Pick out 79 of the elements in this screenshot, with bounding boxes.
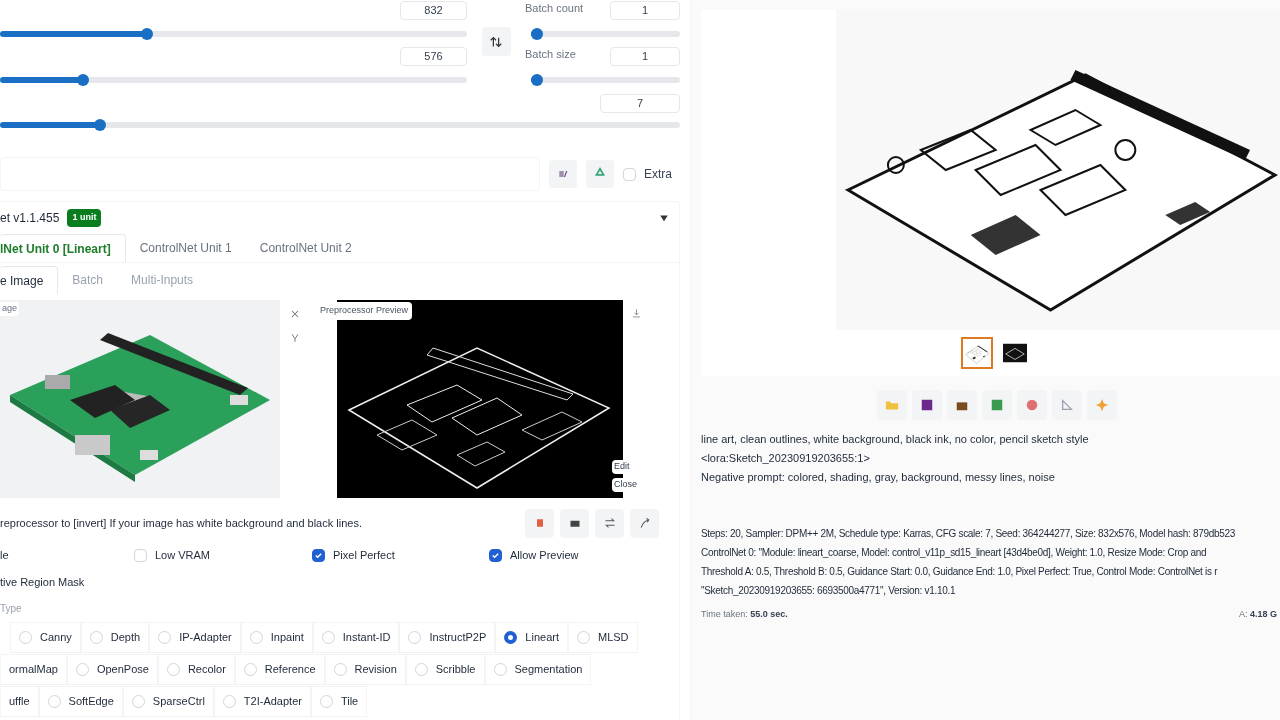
input-tab[interactable]: e Image: [0, 266, 59, 294]
radio-option[interactable]: Segmentation: [484, 653, 592, 685]
slider-thumb[interactable]: [77, 74, 90, 86]
section-label: Type: [0, 601, 23, 616]
vram-usage: A: 4.18 G: [1238, 608, 1277, 621]
checkbox-label: le: [0, 547, 9, 563]
edit-button[interactable]: Edit: [612, 460, 632, 474]
slider-thumb[interactable]: [531, 28, 543, 40]
unit-tab[interactable]: ControlNet Unit 1: [125, 234, 246, 262]
prompt-text: line art, clean outlines, white background, black ink, no color, pencil sketch style: [701, 432, 1090, 447]
radio-icon: [504, 630, 518, 644]
panel-title: et v1.1.455: [0, 210, 60, 227]
number-field[interactable]: 832: [400, 1, 467, 20]
time-taken: Time taken: 55.0 sec.: [701, 608, 788, 621]
checkbox-label: Allow Preview: [510, 547, 579, 563]
radio-option[interactable]: T2I-Adapter: [213, 685, 311, 717]
unit-tab[interactable]: ControlNet Unit 2: [245, 234, 366, 262]
close-icon: [289, 308, 301, 320]
prompt-text: Negative prompt: colored, shading, gray, background, messy lines, noise: [701, 470, 1056, 485]
ruler-icon: [1059, 398, 1074, 412]
number-field[interactable]: 576: [400, 47, 467, 66]
prompt-text: <lora:Sketch_20230919203655:1>: [701, 451, 871, 466]
radio-option[interactable]: InstructP2P: [399, 621, 496, 653]
radio-option[interactable]: Scribble: [405, 653, 485, 685]
radio-option[interactable]: SoftEdge: [38, 685, 123, 717]
recycle-button[interactable]: [586, 160, 614, 188]
parameters-text: "Sketch_20230919203655: 6693500a4771", Version: v1.10.1: [701, 584, 957, 598]
caret-icon[interactable]: [659, 213, 669, 223]
field-label: Batch count: [525, 1, 584, 16]
checkbox-label: Low VRAM: [155, 547, 211, 563]
check-icon: [314, 550, 323, 560]
swap-button[interactable]: [481, 27, 511, 56]
slider-thumb[interactable]: [93, 119, 106, 131]
radio-option[interactable]: Tile: [310, 685, 368, 717]
swap-icon: [603, 517, 616, 529]
option-label: tive Region Mask: [0, 575, 86, 590]
slider-thumb[interactable]: [531, 74, 543, 86]
radio-option[interactable]: Inpaint: [240, 621, 313, 653]
thumbnail[interactable]: [960, 337, 993, 369]
tool-button[interactable]: [946, 390, 977, 420]
send-button[interactable]: [630, 508, 659, 538]
field-label: Batch size: [525, 47, 576, 62]
checkbox-label: Extra: [644, 166, 672, 183]
unit-tab[interactable]: lNet Unit 0 [Lineart]: [0, 234, 126, 262]
radio-option[interactable]: ormalMap: [0, 653, 67, 685]
arrow-icon: [638, 517, 651, 529]
hint-text: reprocessor to [invert] If your image has white background and black lines.: [0, 515, 363, 531]
radio-option[interactable]: MLSD: [567, 621, 638, 653]
checkbox[interactable]: [489, 548, 502, 562]
download-icon: [631, 308, 642, 319]
close-button[interactable]: Close: [612, 478, 639, 492]
parameters-text: Threshold A: 0.5, Threshold B: 0.5, Guidance Start: 0.0, Guidance End: 1.0, Pixel Perfect: True, Control Mode: ControlNet is r: [701, 565, 1219, 579]
parameters-text: ControlNet 0: "Module: lineart_coarse, Model: control_v11p_sd15_lineart [43d4be0d], Weight: 1.0, Resize Mode: Crop and: [701, 546, 1208, 560]
unit-badge: 1 unit: [67, 209, 102, 227]
radio-option[interactable]: SparseCtrl: [122, 685, 214, 717]
radio-option[interactable]: uffle: [0, 685, 39, 717]
radio-option[interactable]: OpenPose: [66, 653, 158, 685]
radio-option[interactable]: Recolor: [157, 653, 235, 685]
number-field[interactable]: 1: [610, 47, 680, 66]
swap-icon: [489, 34, 503, 49]
checkbox[interactable]: [312, 548, 325, 562]
radio-option[interactable]: Revision: [324, 653, 406, 685]
image-label: age: [0, 302, 20, 316]
paint-button[interactable]: [549, 160, 577, 188]
number-field[interactable]: 7: [600, 94, 680, 113]
radio-option[interactable]: IP-Adapter: [149, 621, 241, 653]
radio-option[interactable]: Depth: [80, 621, 150, 653]
radio-option[interactable]: Canny: [10, 621, 81, 653]
slider-thumb[interactable]: [141, 28, 154, 40]
radio-option[interactable]: Lineart: [495, 621, 568, 653]
radio-option[interactable]: Instant-ID: [312, 621, 400, 653]
tool-button[interactable]: [911, 390, 942, 420]
radio-option[interactable]: Reference: [234, 653, 325, 685]
number-field[interactable]: 1: [610, 1, 680, 20]
checkbox-label: Pixel Perfect: [333, 547, 395, 563]
check-icon: [491, 550, 500, 560]
sparkle-icon: [1094, 398, 1109, 412]
camera-button[interactable]: [560, 508, 589, 538]
parameters-text: Steps: 20, Sampler: DPM++ 2M, Schedule type: Karras, CFG scale: 7, Seed: 364244277, Size: 832x576, Model hash: 879db523: [701, 527, 1237, 541]
